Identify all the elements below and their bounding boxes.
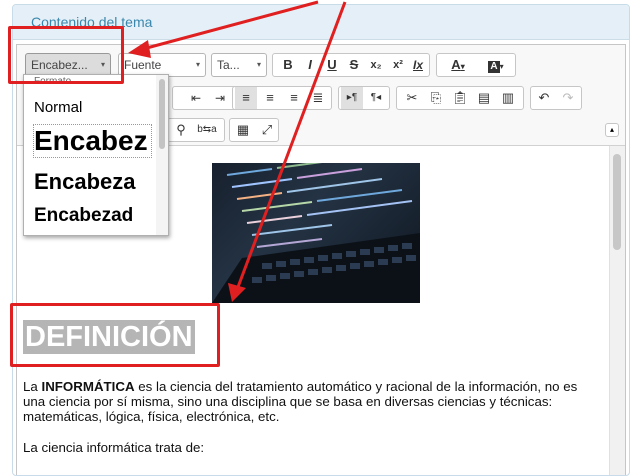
redo-icon[interactable]: ↷ bbox=[557, 87, 579, 109]
remove-format-button[interactable]: Ix bbox=[407, 54, 429, 76]
format-dropdown: Formato Normal Encabez Encabeza Encabeza… bbox=[23, 74, 169, 236]
undo-icon[interactable]: ↶ bbox=[533, 87, 555, 109]
align-center-icon[interactable]: ≡ bbox=[259, 87, 281, 109]
collapse-toolbar-icon[interactable]: ▴ bbox=[605, 123, 619, 137]
show-blocks-icon[interactable]: ▦ bbox=[232, 119, 254, 141]
format-option-normal[interactable]: Normal bbox=[34, 99, 82, 116]
align-justify-icon[interactable]: ≣ bbox=[307, 87, 329, 109]
align-group: ≡ ≡ ≡ ≣ bbox=[232, 86, 332, 110]
find-group: ⚲ b⇆a bbox=[167, 118, 225, 142]
basic-styles-group: B I U S x₂ x² Ix bbox=[272, 53, 430, 77]
ltr-icon[interactable]: ▸¶ bbox=[341, 87, 363, 109]
dropdown-scroll-thumb[interactable] bbox=[159, 79, 165, 149]
bg-color-button[interactable]: A ▾ bbox=[479, 54, 513, 76]
paste-icon[interactable]: 📋︎ bbox=[449, 87, 471, 109]
dropdown-caption: Formato bbox=[34, 76, 72, 87]
cut-icon[interactable]: ✂ bbox=[401, 87, 423, 109]
replace-icon[interactable]: b⇆a bbox=[196, 119, 218, 141]
direction-group: ▸¶ ¶◂ bbox=[338, 86, 390, 110]
size-combo[interactable]: Ta... ▾ bbox=[211, 53, 267, 77]
undo-group: ↶ ↷ bbox=[530, 86, 582, 110]
format-combo-label: Encabez... bbox=[31, 58, 88, 72]
subscript-button[interactable]: x₂ bbox=[365, 54, 387, 76]
bold-button[interactable]: B bbox=[277, 54, 299, 76]
superscript-button[interactable]: x² bbox=[387, 54, 409, 76]
bg-color-icon: A bbox=[488, 61, 500, 73]
find-icon[interactable]: ⚲ bbox=[170, 119, 192, 141]
editor-scrollbar[interactable] bbox=[609, 146, 625, 475]
chevron-down-icon: ▾ bbox=[195, 60, 200, 69]
size-combo-label: Ta... bbox=[217, 58, 240, 72]
panel-header: Contenido del tema bbox=[13, 5, 629, 40]
para1-bold: INFORMÁTICA bbox=[41, 379, 135, 394]
chevron-down-icon: ▾ bbox=[100, 60, 105, 69]
paste-word-icon[interactable]: ▥ bbox=[497, 87, 519, 109]
scrollbar-thumb[interactable] bbox=[613, 154, 621, 250]
panel-title: Contenido del tema bbox=[31, 14, 153, 30]
indent-icon[interactable]: ⇥ bbox=[209, 87, 231, 109]
topics-paragraph: La ciencia informática trata de: bbox=[23, 440, 205, 455]
chevron-down-icon: ▾ bbox=[256, 60, 261, 69]
laptop-code-graphic bbox=[212, 163, 420, 303]
tools-group: ▦ ⤢ bbox=[229, 118, 279, 142]
format-option-heading-2[interactable]: Encabeza bbox=[34, 169, 136, 195]
copy-icon[interactable]: ⎘ bbox=[425, 87, 447, 109]
text-color-button[interactable]: A▾ bbox=[441, 54, 475, 76]
dropdown-scrollbar[interactable] bbox=[156, 75, 168, 235]
format-option-heading-3[interactable]: Encabezad bbox=[34, 205, 133, 227]
code-laptop-image bbox=[212, 163, 420, 303]
text-color-icon: A bbox=[451, 57, 461, 72]
outdent-icon[interactable]: ⇤ bbox=[185, 87, 207, 109]
clipboard-group: ✂ ⎘ 📋︎ ▤ ▥ bbox=[396, 86, 524, 110]
strike-button[interactable]: S bbox=[343, 54, 365, 76]
definition-heading: DEFINICIÓN bbox=[23, 320, 195, 354]
color-group: A▾ A ▾ bbox=[436, 53, 516, 77]
maximize-icon[interactable]: ⤢ bbox=[256, 119, 278, 141]
paste-text-icon[interactable]: ▤ bbox=[473, 87, 495, 109]
rtl-icon[interactable]: ¶◂ bbox=[365, 87, 387, 109]
format-option-heading-1[interactable]: Encabez bbox=[33, 124, 152, 158]
align-left-icon[interactable]: ≡ bbox=[235, 87, 257, 109]
italic-button[interactable]: I bbox=[299, 54, 321, 76]
underline-button[interactable]: U bbox=[321, 54, 343, 76]
align-right-icon[interactable]: ≡ bbox=[283, 87, 305, 109]
para1-pre: La bbox=[23, 379, 42, 394]
font-combo-label: Fuente bbox=[124, 58, 162, 72]
definition-paragraph: La INFORMÁTICA es la ciencia del tratami… bbox=[23, 379, 583, 424]
